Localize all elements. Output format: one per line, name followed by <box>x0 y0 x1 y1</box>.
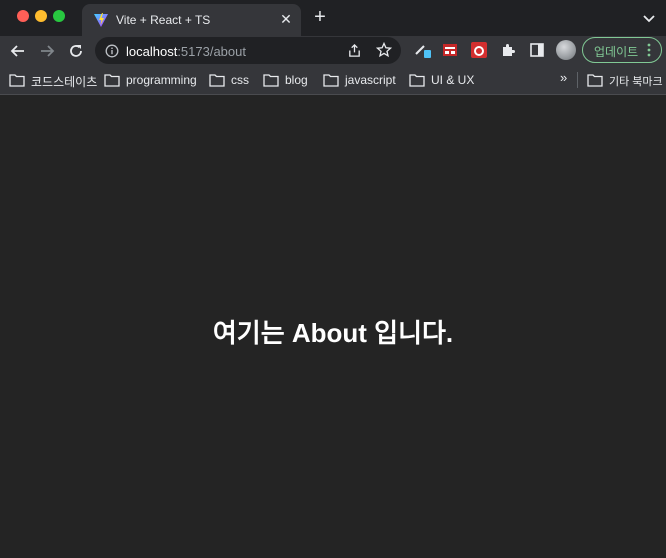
bookmark-label: UI & UX <box>431 73 475 87</box>
bookmark-folder-css[interactable]: css <box>209 72 255 88</box>
tab-strip: Vite + React + TS ✕ + <box>0 0 666 36</box>
bookmark-label: css <box>231 73 249 87</box>
site-info-icon[interactable] <box>105 44 119 58</box>
bookmarks-divider <box>577 72 578 88</box>
bookmark-label: javascript <box>345 73 396 87</box>
bookmark-label: programming <box>126 73 197 87</box>
ladybug-extension-icon[interactable] <box>470 41 488 59</box>
update-button-label: 업데이트 <box>594 45 639 59</box>
browser-toolbar: localhost:5173/about 업데이트 <box>0 36 666 65</box>
url-host: localhost <box>126 44 178 59</box>
folder-icon <box>587 74 603 87</box>
chevron-down-icon[interactable] <box>641 10 657 26</box>
bookmark-folder-ui-ux[interactable]: UI & UX <box>409 72 475 88</box>
side-panel-icon[interactable] <box>528 41 546 59</box>
window-close-button[interactable] <box>17 10 29 22</box>
tab-close-icon[interactable]: ✕ <box>278 11 294 27</box>
new-tab-button[interactable]: + <box>311 7 329 27</box>
address-bar[interactable]: localhost:5173/about <box>95 37 401 64</box>
puzzle-extensions-icon[interactable] <box>499 41 517 59</box>
window-resizer-extension-icon[interactable] <box>441 41 459 59</box>
folder-icon <box>9 74 25 87</box>
window-minimize-button[interactable] <box>35 10 47 22</box>
url-path: :5173/about <box>177 44 246 59</box>
back-arrow-icon[interactable] <box>8 41 28 61</box>
folder-icon <box>263 74 279 87</box>
url-text[interactable]: localhost:5173/about <box>126 44 246 59</box>
bookmark-star-icon[interactable] <box>376 42 392 58</box>
bookmark-folder-codestates[interactable]: 코드스테이츠 <box>9 72 98 89</box>
vite-icon <box>94 13 108 27</box>
reload-icon[interactable] <box>66 41 86 61</box>
bookmark-folder-javascript[interactable]: javascript <box>323 72 401 88</box>
profile-avatar[interactable] <box>556 40 576 60</box>
more-menu-icon[interactable] <box>647 43 651 57</box>
page-heading: 여기는 About 입니다. <box>212 318 454 348</box>
share-icon[interactable] <box>347 43 362 58</box>
folder-icon <box>323 74 339 87</box>
update-button[interactable]: 업데이트 <box>582 37 662 63</box>
bookmark-label: 기타 북마크 <box>609 76 663 88</box>
bookmarks-overflow-button[interactable]: » <box>560 70 567 85</box>
folder-icon <box>409 74 425 87</box>
eyedropper-extension-icon[interactable] <box>413 41 431 59</box>
folder-icon <box>104 74 120 87</box>
bookmark-label: 코드스테이츠 <box>31 75 98 89</box>
folder-icon <box>209 74 225 87</box>
window-maximize-button[interactable] <box>53 10 65 22</box>
bookmark-folder-programming[interactable]: programming <box>104 72 200 88</box>
tab-vite-react[interactable]: Vite + React + TS ✕ <box>82 4 301 36</box>
bookmark-folder-other[interactable]: 기타 북마크 <box>587 72 663 88</box>
forward-arrow-icon[interactable] <box>37 41 57 61</box>
bookmarks-bar: 코드스테이츠 programming css blog javascript U… <box>0 65 666 95</box>
tab-title: Vite + React + TS <box>116 13 211 27</box>
bookmark-folder-blog[interactable]: blog <box>263 72 315 88</box>
page-viewport: 여기는 About 입니다. <box>0 96 666 558</box>
bookmark-label: blog <box>285 73 308 87</box>
